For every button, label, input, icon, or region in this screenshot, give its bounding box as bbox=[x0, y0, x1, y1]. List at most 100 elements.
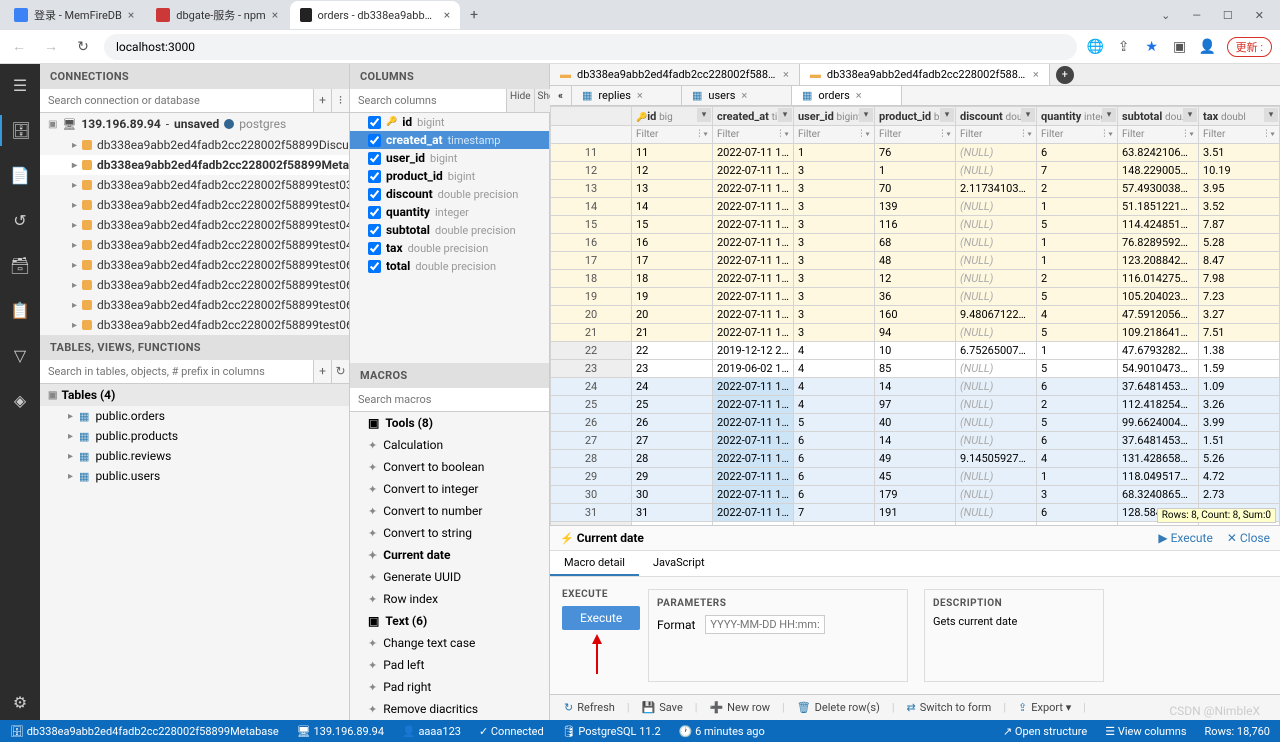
close-tab-icon[interactable]: × bbox=[637, 89, 643, 102]
column-header[interactable]: discount double▾ bbox=[956, 107, 1037, 126]
connections-search-input[interactable] bbox=[40, 89, 313, 112]
refresh-objects-button[interactable]: ↻ bbox=[331, 360, 349, 383]
add-object-button[interactable]: + bbox=[313, 360, 331, 383]
filter-cell[interactable]: Filter⫶ ▾ bbox=[1199, 126, 1280, 144]
minimize-icon[interactable]: — bbox=[1192, 9, 1201, 22]
tab-overflow[interactable]: « bbox=[550, 86, 572, 105]
filter-dropdown-icon[interactable]: ▾ bbox=[1264, 108, 1278, 122]
new-tab-button[interactable]: + bbox=[462, 7, 486, 23]
macro-item[interactable]: ✦Pad right bbox=[350, 676, 549, 698]
macro-item[interactable]: ✦Current date bbox=[350, 544, 549, 566]
column-item[interactable]: created_attimestamp bbox=[350, 131, 549, 149]
column-item[interactable]: product_idbigint bbox=[350, 167, 549, 185]
column-item[interactable]: taxdouble precision bbox=[350, 239, 549, 257]
filter-cell[interactable]: Filter⫶ ▾ bbox=[632, 126, 713, 144]
table-tab[interactable]: ▦users× bbox=[682, 86, 792, 105]
reload-icon[interactable]: ↻ bbox=[72, 39, 94, 55]
toolbar-button[interactable]: 💾Save bbox=[634, 699, 691, 716]
column-checkbox[interactable] bbox=[368, 260, 381, 273]
history-icon[interactable]: ↺ bbox=[0, 205, 40, 236]
bookmark-icon[interactable]: ★ bbox=[1143, 39, 1161, 55]
objects-search-input[interactable] bbox=[40, 360, 313, 383]
database-node[interactable]: ▸db338ea9abb2ed4fadb2cc228002f58899test0… bbox=[40, 255, 349, 275]
column-header[interactable]: user_id bigint▾ bbox=[794, 107, 875, 126]
macro-item[interactable]: ✦Convert to number bbox=[350, 500, 549, 522]
column-checkbox[interactable] bbox=[368, 152, 381, 165]
table-node[interactable]: ▸▦public.orders bbox=[40, 406, 349, 426]
layers-icon[interactable]: ◈ bbox=[0, 385, 40, 416]
tab-javascript[interactable]: JavaScript bbox=[639, 551, 719, 576]
toolbar-button[interactable]: ↻Refresh bbox=[556, 699, 623, 716]
close-tab-icon[interactable]: × bbox=[444, 8, 450, 22]
database-node[interactable]: ▸db338ea9abb2ed4fadb2cc228002f58899test0… bbox=[40, 215, 349, 235]
column-checkbox[interactable] bbox=[368, 188, 381, 201]
tables-group[interactable]: ▣Tables (4) bbox=[40, 384, 349, 406]
open-structure-link[interactable]: ↗ Open structure bbox=[1003, 725, 1087, 738]
column-checkbox[interactable] bbox=[368, 242, 381, 255]
close-tab-icon[interactable]: × bbox=[1033, 68, 1039, 81]
column-header[interactable]: tax doubl▾ bbox=[1199, 107, 1280, 126]
chevron-down-icon[interactable]: ⌄ bbox=[1161, 9, 1170, 22]
column-header[interactable]: 🔑id big▾ bbox=[632, 107, 713, 126]
column-checkbox[interactable] bbox=[368, 170, 381, 183]
browser-tab[interactable]: orders - db338ea9abb2ed4fad× bbox=[290, 1, 460, 29]
add-connection-button[interactable]: + bbox=[313, 89, 331, 112]
browser-tab[interactable]: 登录 - MemFireDB× bbox=[4, 1, 144, 29]
settings-icon[interactable]: ⚙ bbox=[0, 687, 40, 720]
profile-icon[interactable]: 👤 bbox=[1199, 39, 1217, 55]
column-header[interactable]: subtotal double p▾ bbox=[1118, 107, 1199, 126]
macro-item[interactable]: ✦Change text case bbox=[350, 632, 549, 654]
url-input[interactable] bbox=[104, 34, 1077, 60]
column-checkbox[interactable] bbox=[368, 206, 381, 219]
table-node[interactable]: ▸▦public.reviews bbox=[40, 446, 349, 466]
column-header[interactable]: created_at timestamp▾ bbox=[713, 107, 794, 126]
database-node[interactable]: ▸db338ea9abb2ed4fadb2cc228002f58899test0… bbox=[40, 175, 349, 195]
menu-icon[interactable]: ☰ bbox=[0, 70, 40, 101]
macro-group-tools[interactable]: ▣ Tools (8) bbox=[350, 412, 549, 434]
close-tab-icon[interactable]: × bbox=[856, 89, 862, 102]
database-node[interactable]: ▸db338ea9abb2ed4fadb2cc228002f58899test0… bbox=[40, 295, 349, 315]
file-icon[interactable]: 📄 bbox=[0, 160, 40, 191]
macro-item[interactable]: ✦Generate UUID bbox=[350, 566, 549, 588]
table-tab[interactable]: ▦replies× bbox=[572, 86, 682, 105]
column-item[interactable]: totaldouble precision bbox=[350, 257, 549, 275]
toolbar-button[interactable]: ➕New row bbox=[701, 699, 778, 716]
browser-tab[interactable]: dbgate-服务 - npm× bbox=[146, 1, 288, 29]
update-button[interactable]: 更新 : bbox=[1227, 37, 1272, 57]
filter-cell[interactable]: Filter⫶ ▾ bbox=[1037, 126, 1118, 144]
filter-dropdown-icon[interactable]: ▾ bbox=[778, 108, 792, 122]
database-node[interactable]: ▸db338ea9abb2ed4fadb2cc228002f58899Metab… bbox=[40, 155, 349, 175]
server-node[interactable]: ▣🖥 139.196.89.94 - unsaved postgres bbox=[40, 113, 349, 135]
macro-group-text[interactable]: ▣ Text (6) bbox=[350, 610, 549, 632]
close-link[interactable]: ✕ Close bbox=[1227, 531, 1270, 545]
table-node[interactable]: ▸▦public.users bbox=[40, 466, 349, 486]
archive-icon[interactable]: 🗃 bbox=[0, 250, 40, 281]
filter-cell[interactable]: Filter⫶ ▾ bbox=[875, 126, 956, 144]
column-header[interactable]: product_id bigint▾ bbox=[875, 107, 956, 126]
maximize-icon[interactable]: ☐ bbox=[1223, 9, 1233, 22]
close-tab-icon[interactable]: × bbox=[128, 8, 134, 22]
execute-link[interactable]: ▶ Execute bbox=[1158, 531, 1212, 545]
db-tab[interactable]: ▬db338ea9abb2ed4fadb2cc228002f58899Discu… bbox=[550, 64, 800, 85]
view-columns-link[interactable]: ☰ View columns bbox=[1105, 725, 1186, 738]
column-item[interactable]: discountdouble precision bbox=[350, 185, 549, 203]
tab-macro-detail[interactable]: Macro detail bbox=[550, 551, 639, 576]
table-node[interactable]: ▸▦public.products bbox=[40, 426, 349, 446]
format-input[interactable] bbox=[705, 615, 825, 634]
column-checkbox[interactable] bbox=[368, 134, 381, 147]
translate-icon[interactable]: 🌐 bbox=[1087, 39, 1105, 55]
close-tab-icon[interactable]: × bbox=[783, 68, 789, 81]
column-checkbox[interactable] bbox=[368, 116, 381, 129]
column-item[interactable]: user_idbigint bbox=[350, 149, 549, 167]
column-header[interactable]: quantity intege▾ bbox=[1037, 107, 1118, 126]
db-tab[interactable]: ▬db338ea9abb2ed4fadb2cc228002f58899Metab… bbox=[800, 64, 1050, 85]
close-tab-icon[interactable]: × bbox=[741, 89, 747, 102]
reading-list-icon[interactable]: ▣ bbox=[1171, 39, 1189, 55]
database-node[interactable]: ▸db338ea9abb2ed4fadb2cc228002f58899test0… bbox=[40, 195, 349, 215]
macro-item[interactable]: ✦Calculation bbox=[350, 434, 549, 456]
data-grid[interactable]: 🔑id big▾created_at timestamp▾user_id big… bbox=[550, 106, 1280, 525]
share-icon[interactable]: ⇪ bbox=[1115, 39, 1133, 55]
back-icon[interactable]: ← bbox=[8, 38, 30, 55]
filter-icon[interactable]: ▽ bbox=[0, 340, 40, 371]
toolbar-button[interactable]: 🗑Delete row(s) bbox=[789, 699, 888, 716]
